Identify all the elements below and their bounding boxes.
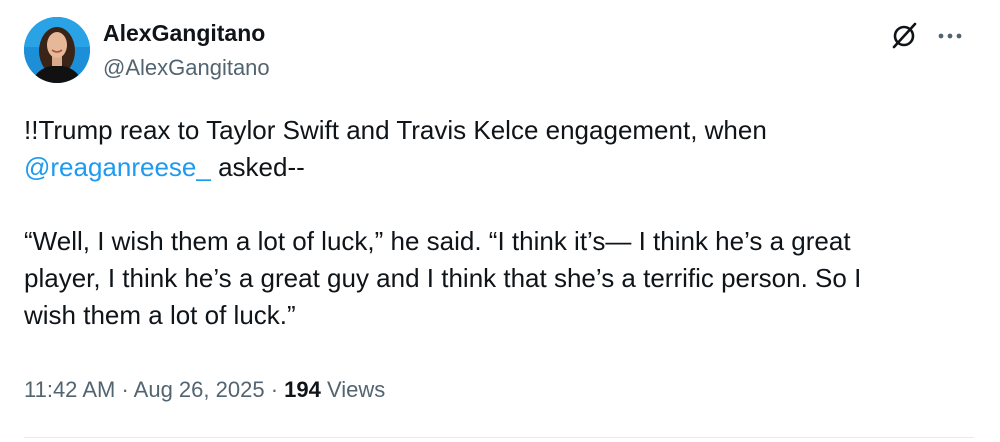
views-label: Views (320, 377, 386, 402)
views-count[interactable]: 194 (284, 377, 321, 402)
tweet-time[interactable]: 11:42 AM (24, 377, 115, 402)
quote-line-3: wish them a lot of luck.” (24, 300, 296, 330)
tweet-card: AlexGangitano @AlexGangitano !!Trump rea… (0, 0, 1000, 442)
meta-separator: · (264, 377, 285, 402)
tweet-line-2: @reaganreese_ asked-- (24, 149, 974, 186)
quote-line-2: player, I think he’s a great guy and I t… (24, 263, 862, 293)
divider (24, 437, 974, 438)
grok-icon[interactable] (890, 20, 920, 50)
avatar[interactable] (24, 17, 90, 83)
author-display-name[interactable]: AlexGangitano (103, 20, 265, 47)
quote-line-1: “Well, I wish them a lot of luck,” he sa… (24, 226, 851, 256)
author-handle[interactable]: @AlexGangitano (103, 55, 270, 81)
meta-separator: · (115, 377, 134, 402)
tweet-meta: 11:42 AM · Aug 26, 2025 · 194 Views (24, 377, 385, 403)
tweet-line-1: !!Trump reax to Taylor Swift and Travis … (24, 115, 767, 145)
tweet-text: !!Trump reax to Taylor Swift and Travis … (24, 112, 974, 334)
avatar-image (24, 17, 90, 83)
more-options-icon[interactable] (936, 26, 964, 46)
mention-link[interactable]: @reaganreese_ (24, 152, 211, 182)
tweet-line-2-text: asked-- (210, 152, 305, 182)
tweet-date[interactable]: Aug 26, 2025 (134, 377, 265, 402)
